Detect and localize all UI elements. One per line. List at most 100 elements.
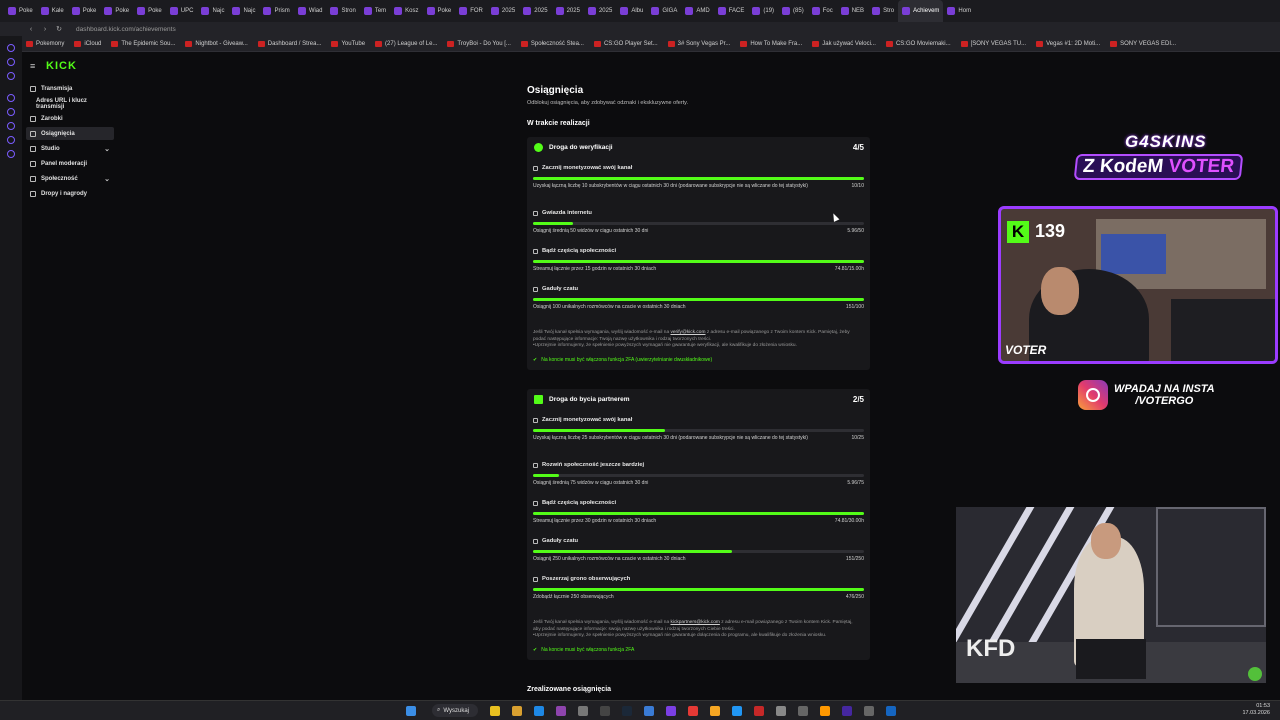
browser-tab[interactable]: FACE bbox=[714, 0, 749, 22]
browser-tab[interactable]: Kale bbox=[37, 0, 68, 22]
browser-tab[interactable]: 2025 bbox=[584, 0, 616, 22]
requirement-title-row: Poszerzaj grono obserwujących bbox=[533, 576, 864, 582]
taskbar-app-icon[interactable] bbox=[600, 706, 610, 716]
taskbar-app-icon[interactable] bbox=[842, 706, 852, 716]
chevron-down-icon[interactable]: ⌄ bbox=[104, 175, 110, 183]
taskbar-app-icon[interactable] bbox=[710, 706, 720, 716]
taskbar-app-icon[interactable] bbox=[556, 706, 566, 716]
email-link[interactable]: kickpartners@kick.com bbox=[670, 620, 719, 625]
taskbar-app-icon[interactable] bbox=[688, 706, 698, 716]
tab-favicon-icon bbox=[840, 7, 849, 15]
rail-icon[interactable] bbox=[7, 72, 15, 80]
rail-icon[interactable] bbox=[7, 94, 15, 102]
bookmark-item[interactable]: Pokemony bbox=[26, 40, 64, 47]
kick-logo[interactable]: KICK bbox=[46, 60, 77, 72]
bookmark-item[interactable]: TroyBoi - Do You [... bbox=[447, 40, 511, 47]
browser-tab[interactable]: GIGA bbox=[647, 0, 681, 22]
browser-tab[interactable]: (85) bbox=[778, 0, 808, 22]
browser-tab[interactable]: UPC bbox=[166, 0, 198, 22]
bookmark-item[interactable]: [SONY VEGAS TU... bbox=[960, 40, 1026, 47]
browser-tab[interactable]: Najc bbox=[197, 0, 228, 22]
browser-tab[interactable]: Kosz bbox=[390, 0, 422, 22]
taskbar-app-icon[interactable] bbox=[864, 706, 874, 716]
rail-icon[interactable] bbox=[7, 150, 15, 158]
rail-icon[interactable] bbox=[7, 44, 15, 52]
bookmark-item[interactable]: YouTube bbox=[331, 40, 365, 47]
browser-tab[interactable]: 2025 bbox=[552, 0, 584, 22]
back-icon[interactable]: ‹ bbox=[24, 26, 38, 33]
bookmark-item[interactable]: CS:GO Player Set... bbox=[593, 40, 658, 47]
browser-tab[interactable]: 2025 bbox=[487, 0, 519, 22]
taskbar-app-icon[interactable] bbox=[754, 706, 764, 716]
bookmark-item[interactable]: (27) League of Le... bbox=[375, 40, 437, 47]
taskbar-app-icon[interactable] bbox=[666, 706, 676, 716]
taskbar-app-icon[interactable] bbox=[820, 706, 830, 716]
taskbar-app-icon[interactable] bbox=[644, 706, 654, 716]
browser-tab[interactable]: Hom bbox=[943, 0, 975, 22]
rail-icon[interactable] bbox=[7, 136, 15, 144]
sidebar-item[interactable]: Osiągnięcia bbox=[26, 127, 114, 140]
taskbar-app-icon[interactable] bbox=[512, 706, 522, 716]
rail-icon[interactable] bbox=[7, 122, 15, 130]
browser-tab[interactable]: Albu bbox=[616, 0, 647, 22]
card-header[interactable]: Droga do bycia partnerem 2/5 bbox=[527, 389, 870, 409]
sidebar-item[interactable]: Adres URL i klucz transmisji bbox=[26, 97, 114, 110]
taskbar-app-icon[interactable] bbox=[622, 706, 632, 716]
clock[interactable]: 01:53 17.03.2026 bbox=[1242, 703, 1270, 717]
address-bar: ‹ › ↻ dashboard.kick.com/achievements bbox=[0, 22, 1280, 36]
browser-tab[interactable]: 2025 bbox=[519, 0, 551, 22]
menu-icon[interactable]: ≡ bbox=[30, 61, 35, 71]
bookmark-item[interactable]: Nightbot - Giveaw... bbox=[185, 40, 248, 47]
bookmark-item[interactable]: Dashboard / Strea... bbox=[257, 40, 321, 47]
browser-tab[interactable]: Foc bbox=[808, 0, 837, 22]
browser-tab[interactable]: Poke bbox=[423, 0, 456, 22]
reload-icon[interactable]: ↻ bbox=[52, 25, 66, 33]
browser-tab[interactable]: Najc bbox=[228, 0, 259, 22]
browser-tab[interactable]: Poke bbox=[133, 0, 166, 22]
browser-tab[interactable]: AMD bbox=[681, 0, 713, 22]
taskbar-app-icon[interactable] bbox=[798, 706, 808, 716]
windows-start-icon[interactable] bbox=[406, 706, 416, 716]
sidebar-item[interactable]: Transmisja bbox=[26, 82, 114, 95]
browser-tab[interactable]: Poke bbox=[68, 0, 101, 22]
taskbar-app-icon[interactable] bbox=[732, 706, 742, 716]
browser-tab[interactable]: FOR bbox=[455, 0, 487, 22]
browser-tab[interactable]: Poke bbox=[4, 0, 37, 22]
browser-tab[interactable]: Stro bbox=[868, 0, 898, 22]
chevron-down-icon[interactable]: ⌄ bbox=[104, 145, 110, 153]
browser-tab[interactable]: Poke bbox=[100, 0, 133, 22]
taskbar-app-icon[interactable] bbox=[886, 706, 896, 716]
email-link[interactable]: verify@kick.com bbox=[670, 330, 705, 335]
rail-icon[interactable] bbox=[7, 108, 15, 116]
sidebar-item[interactable]: Zarobki bbox=[26, 112, 114, 125]
bookmark-item[interactable]: Vegas #1: 2D Moti... bbox=[1036, 40, 1100, 47]
browser-tab[interactable]: Prism bbox=[259, 0, 293, 22]
bookmark-item[interactable]: 3# Sony Vegas Pr... bbox=[667, 40, 730, 47]
bookmark-item[interactable]: Jak używać Veloci... bbox=[812, 40, 876, 47]
browser-tab[interactable]: Stron bbox=[326, 0, 359, 22]
browser-tab[interactable]: (19) bbox=[748, 0, 778, 22]
sidebar-item[interactable]: Dropy i nagrody bbox=[26, 187, 114, 200]
card-header[interactable]: Droga do weryfikacji 4/5 bbox=[527, 137, 870, 157]
sidebar-item[interactable]: Panel moderacji bbox=[26, 157, 114, 170]
browser-tab[interactable]: Tem bbox=[360, 0, 390, 22]
bookmark-item[interactable]: SONY VEGAS EDI... bbox=[1110, 40, 1176, 47]
taskbar-search[interactable]: ⌕ Wyszukaj bbox=[432, 704, 478, 717]
browser-tab[interactable]: Achievem bbox=[898, 0, 944, 22]
forward-icon[interactable]: › bbox=[38, 26, 52, 33]
sidebar-item[interactable]: Studio ⌄ bbox=[26, 142, 114, 155]
taskbar-app-icon[interactable] bbox=[490, 706, 500, 716]
taskbar-app-icon[interactable] bbox=[578, 706, 588, 716]
bookmark-item[interactable]: CS:GO Moviemaki... bbox=[885, 40, 951, 47]
rail-icon[interactable] bbox=[7, 58, 15, 66]
bookmark-item[interactable]: The Epidemic Sou... bbox=[111, 40, 175, 47]
taskbar-app-icon[interactable] bbox=[534, 706, 544, 716]
url-field[interactable]: dashboard.kick.com/achievements bbox=[76, 26, 176, 33]
sidebar-item[interactable]: Społeczność ⌄ bbox=[26, 172, 114, 185]
taskbar-app-icon[interactable] bbox=[776, 706, 786, 716]
browser-tab[interactable]: Wiad bbox=[294, 0, 327, 22]
bookmark-item[interactable]: How To Make Fra... bbox=[740, 40, 802, 47]
bookmark-item[interactable]: iCloud bbox=[74, 40, 101, 47]
bookmark-item[interactable]: Społeczność Stea... bbox=[520, 40, 584, 47]
browser-tab[interactable]: NEB bbox=[837, 0, 868, 22]
